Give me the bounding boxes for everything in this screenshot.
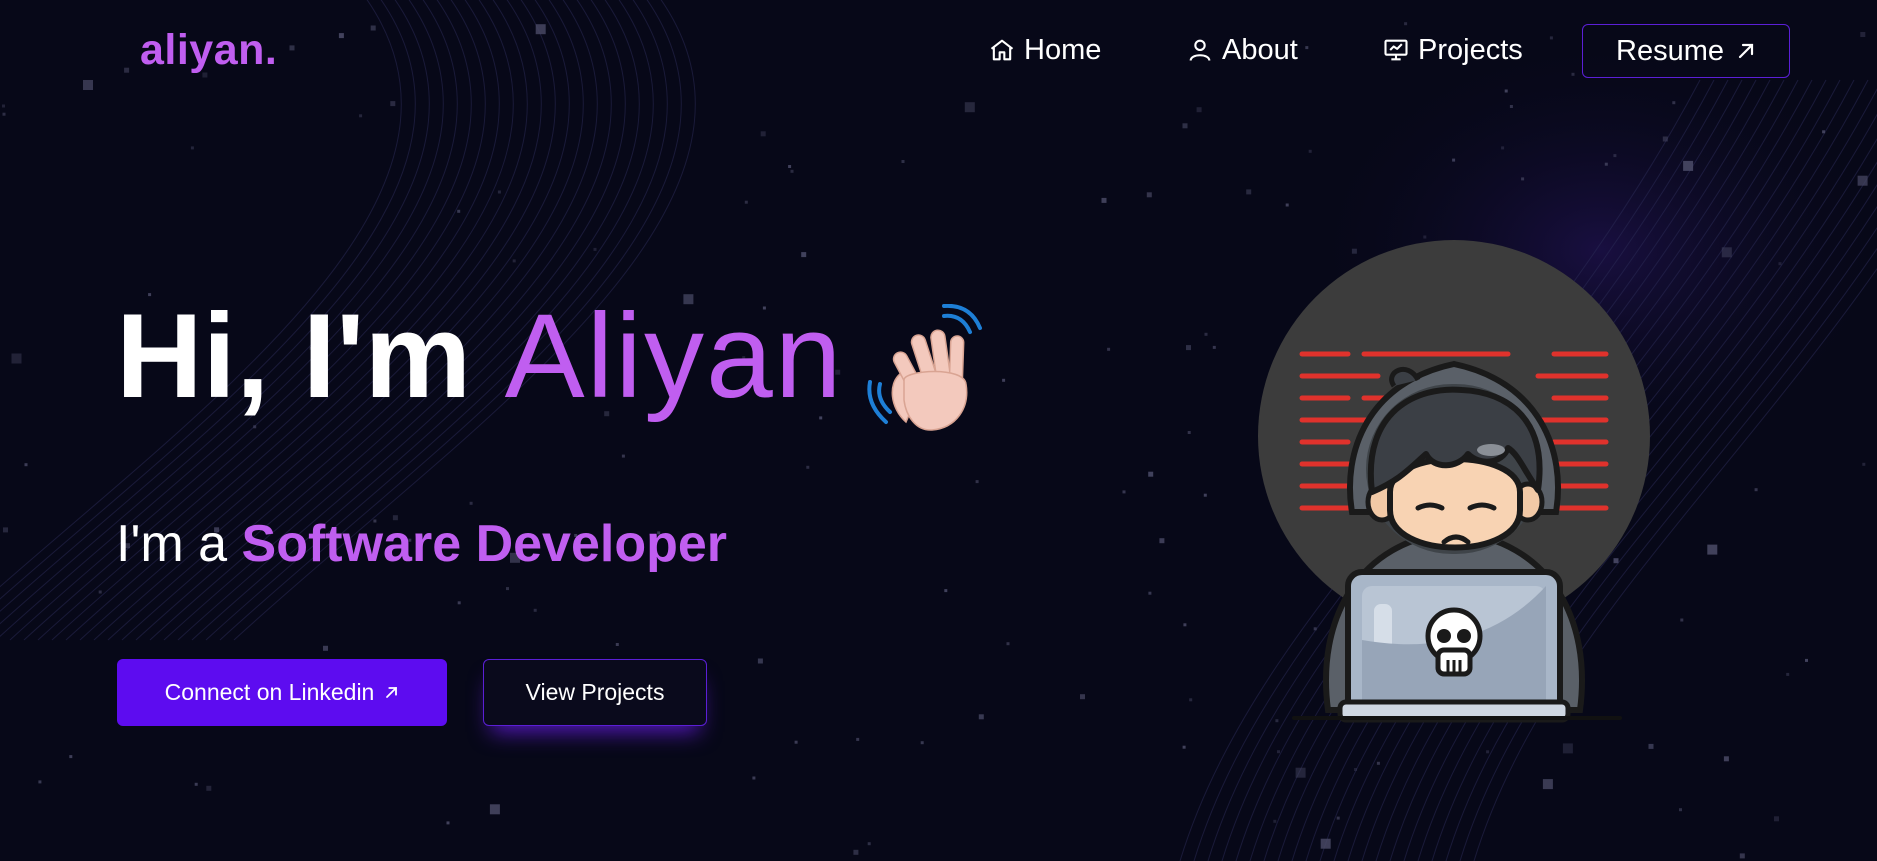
site-logo[interactable]: aliyan. [140, 26, 277, 75]
hero-intro: I'm a [116, 515, 228, 573]
nav-about-label: About [1222, 33, 1298, 66]
hero-name: Aliyan [504, 289, 844, 423]
arrow-up-right-icon [1738, 43, 1754, 59]
nav-home-label: Home [1024, 33, 1102, 66]
resume-button[interactable]: Resume [1582, 24, 1790, 78]
hacker-with-laptop-illustration [1258, 240, 1650, 723]
nav-projects-label: Projects [1418, 33, 1523, 66]
waving-hand-icon [867, 304, 982, 431]
connect-linkedin-button[interactable]: Connect on Linkedin [117, 659, 447, 726]
view-projects-label: View Projects [525, 679, 665, 705]
view-projects-button[interactable]: View Projects [483, 659, 707, 726]
arrow-up-right-icon [386, 687, 398, 698]
nav-home[interactable]: Home [988, 30, 1101, 70]
user-icon [1189, 39, 1211, 61]
connect-linkedin-label: Connect on Linkedin [164, 679, 375, 705]
nav-projects[interactable]: Projects [1382, 30, 1523, 70]
skull-icon [1425, 607, 1483, 677]
hero-heading: Hi, I'm Aliyan [116, 296, 843, 416]
home-icon [990, 39, 1014, 61]
hero-greeting: Hi, I'm [116, 289, 472, 423]
nav-about[interactable]: About [1186, 30, 1298, 70]
hero-role: Software Developer [241, 515, 728, 573]
hero-subtitle: I'm a Software Developer [116, 514, 727, 574]
presentation-chart-icon [1384, 39, 1408, 61]
resume-button-label: Resume [1616, 34, 1724, 67]
